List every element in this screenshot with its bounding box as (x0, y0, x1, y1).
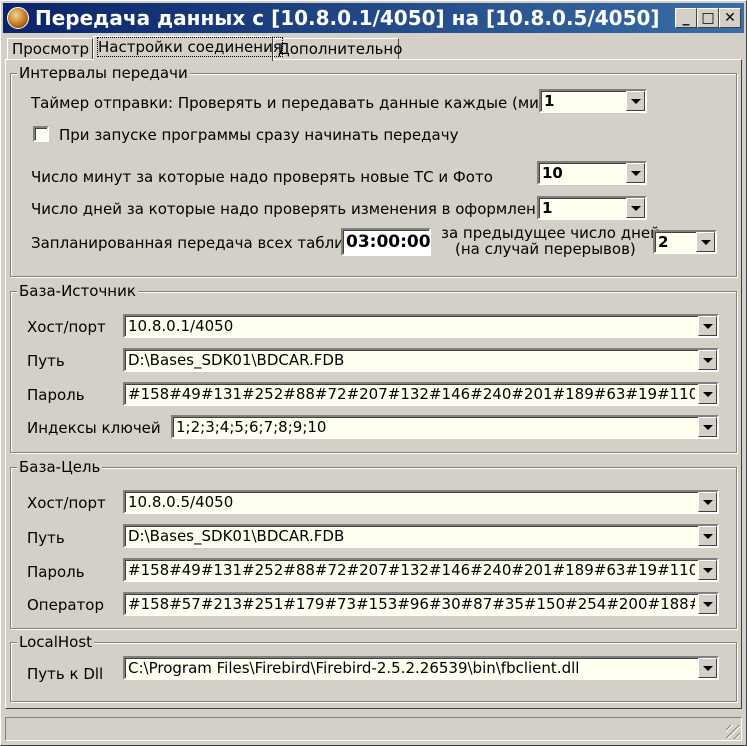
chevron-down-icon[interactable] (626, 163, 645, 183)
target-password-value: #158#49#131#252#88#72#207#132#146#240#20… (128, 561, 695, 579)
minutes-select[interactable]: 10 (537, 161, 647, 185)
source-path-value: D:\Bases_SDK01\BDCAR.FDB (128, 351, 345, 369)
source-password-label: Пароль (27, 386, 85, 404)
localhost-legend: LocalHost (17, 633, 95, 651)
target-operator-select[interactable]: #158#57#213#251#179#73#153#96#30#87#35#1… (123, 592, 719, 616)
chevron-down-icon[interactable] (626, 198, 645, 218)
chevron-down-icon[interactable] (698, 658, 717, 678)
prev-days-value: 2 (658, 233, 669, 251)
source-path-select[interactable]: D:\Bases_SDK01\BDCAR.FDB (123, 348, 719, 372)
target-group: База-Цель Хост/порт 10.8.0.5/4050 Путь D… (10, 458, 737, 629)
prev-days-select[interactable]: 2 (653, 230, 717, 254)
source-keys-value: 1;2;3;4;5;6;7;8;9;10 (176, 418, 327, 436)
app-icon[interactable] (7, 7, 29, 29)
dll-path-label: Путь к Dll (27, 665, 104, 683)
status-bar (5, 717, 742, 741)
chevron-down-icon[interactable] (698, 417, 717, 437)
chevron-down-icon[interactable] (698, 492, 717, 512)
source-keys-select[interactable]: 1;2;3;4;5;6;7;8;9;10 (171, 415, 719, 439)
chevron-down-icon[interactable] (696, 232, 715, 252)
intervals-group: Интервалы передачи Таймер отправки: Пров… (10, 64, 737, 277)
dll-path-value: C:\Program Files\Firebird\Firebird-2.5.2… (128, 659, 580, 677)
localhost-group: LocalHost Путь к Dll C:\Program Files\Fi… (10, 633, 737, 702)
chevron-down-icon[interactable] (698, 350, 717, 370)
chevron-down-icon[interactable] (698, 384, 717, 404)
target-operator-label: Оператор (27, 596, 104, 614)
scheduled-label: Запланированная передача всех таблиц (31, 234, 355, 252)
source-keys-label: Индексы ключей (27, 419, 161, 437)
chevron-down-icon[interactable] (698, 526, 717, 546)
target-host-label: Хост/порт (27, 494, 106, 512)
days-label: Число дней за которые надо проверять изм… (31, 200, 556, 218)
days-select[interactable]: 1 (537, 196, 647, 220)
close-button[interactable]: ✕ (719, 8, 741, 28)
source-password-select[interactable]: #158#49#131#252#88#72#207#132#146#240#20… (123, 382, 719, 406)
target-legend: База-Цель (17, 458, 103, 476)
main-window: Передача данных с [10.8.0.1/4050] на [10… (0, 0, 747, 746)
target-path-value: D:\Bases_SDK01\BDCAR.FDB (128, 527, 345, 545)
tab-additional[interactable]: Дополнительно (273, 38, 402, 60)
title-bar[interactable]: Передача данных с [10.8.0.1/4050] на [10… (3, 3, 744, 33)
source-legend: База-Источник (17, 282, 138, 300)
chevron-down-icon[interactable] (698, 560, 717, 580)
source-path-label: Путь (27, 352, 65, 370)
settings-panel: Интервалы передачи Таймер отправки: Пров… (5, 59, 742, 709)
source-host-select[interactable]: 10.8.0.1/4050 (123, 314, 719, 338)
target-password-select[interactable]: #158#49#131#252#88#72#207#132#146#240#20… (123, 558, 719, 582)
dll-path-select[interactable]: C:\Program Files\Firebird\Firebird-2.5.2… (123, 656, 719, 680)
target-password-label: Пароль (27, 563, 85, 581)
minutes-value: 10 (542, 164, 563, 182)
target-host-value: 10.8.0.5/4050 (128, 493, 234, 511)
minimize-button[interactable]: _ (675, 8, 697, 28)
maximize-button[interactable]: □ (697, 8, 719, 28)
timer-select[interactable]: 1 (539, 89, 647, 113)
autostart-label: При запуске программы сразу начинать пер… (59, 126, 459, 144)
timer-label: Таймер отправки: Проверять и передавать … (31, 94, 555, 112)
target-path-select[interactable]: D:\Bases_SDK01\BDCAR.FDB (123, 524, 719, 548)
autostart-checkbox[interactable] (33, 126, 49, 142)
source-group: База-Источник Хост/порт 10.8.0.1/4050 Пу… (10, 282, 737, 453)
prev-days-hint: (на случай перерывов) (455, 240, 636, 258)
source-password-value: #158#49#131#252#88#72#207#132#146#240#20… (128, 385, 695, 403)
target-operator-value: #158#57#213#251#179#73#153#96#30#87#35#1… (128, 595, 695, 613)
chevron-down-icon[interactable] (698, 594, 717, 614)
scheduled-time-input[interactable]: 03:00:00 (341, 228, 431, 256)
minutes-label: Число минут за которые надо проверять но… (31, 168, 493, 186)
source-host-label: Хост/порт (27, 318, 106, 336)
target-host-select[interactable]: 10.8.0.5/4050 (123, 490, 719, 514)
days-value: 1 (542, 199, 553, 217)
intervals-legend: Интервалы передачи (17, 64, 190, 82)
window-title: Передача данных с [10.8.0.1/4050] на [10… (35, 6, 660, 30)
tab-view[interactable]: Просмотр (7, 38, 93, 60)
chevron-down-icon[interactable] (698, 316, 717, 336)
chevron-down-icon[interactable] (626, 91, 645, 111)
target-path-label: Путь (27, 529, 65, 547)
timer-value: 1 (544, 92, 555, 110)
resize-grip-icon[interactable] (726, 725, 740, 739)
tab-connection-settings[interactable]: Настройки соединения (93, 36, 283, 61)
source-host-value: 10.8.0.1/4050 (128, 317, 234, 335)
